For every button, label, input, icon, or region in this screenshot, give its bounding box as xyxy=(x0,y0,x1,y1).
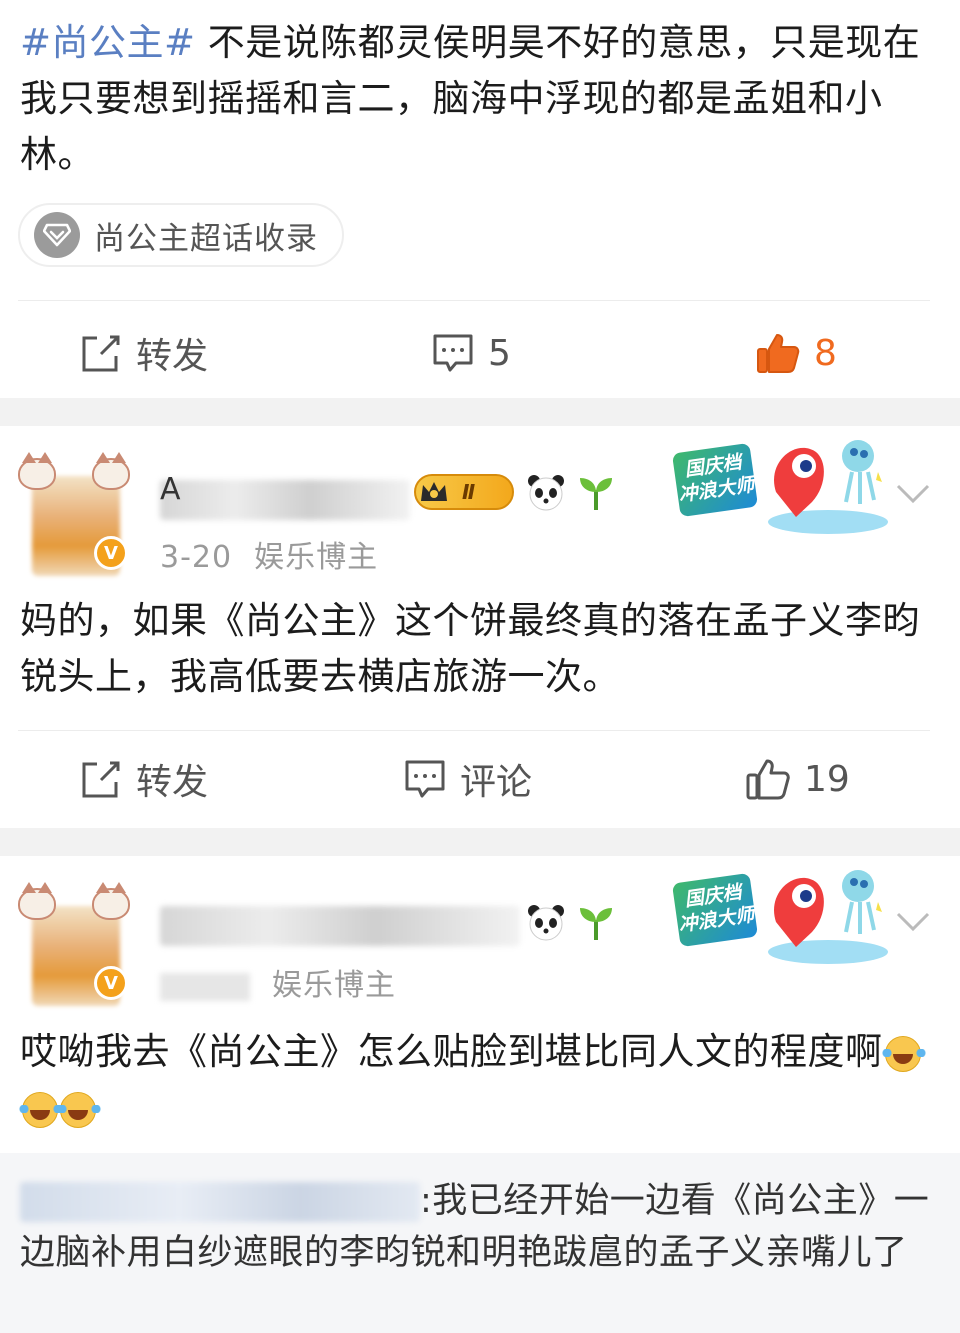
promo-label: 国庆档 冲浪大师 xyxy=(671,872,759,948)
like-count: 8 xyxy=(814,332,837,374)
section-gap xyxy=(0,828,960,856)
post-meta: 娱乐博主 xyxy=(160,960,396,1004)
quoted-post[interactable]: :我已经开始一边看《尚公主》一边脑补用白纱遮眼的李昀锐和明艳跋扈的孟子义亲嘴儿了 xyxy=(0,1153,960,1333)
comment-button[interactable]: 5 xyxy=(432,333,511,374)
repost-label: 转发 xyxy=(136,336,209,377)
sprout-icon xyxy=(576,902,616,942)
user-category: 娱乐博主 xyxy=(254,540,379,575)
like-count: 19 xyxy=(804,758,850,800)
post-2: V A Ⅱ 国庆档 冲浪大师 3-20 娱乐博主 妈的，如果《尚公主》这个饼最终真… xyxy=(0,426,960,828)
avatar[interactable]: V xyxy=(18,452,130,577)
post-body: 哎呦我去《尚公主》怎么贴脸到堪比同人文的程度啊 xyxy=(20,1030,883,1073)
quoted-username-blurred[interactable] xyxy=(20,1182,420,1222)
divider xyxy=(18,730,930,731)
comment-label: 评论 xyxy=(460,762,533,803)
comment-icon xyxy=(405,760,445,798)
quoted-post-text: :我已经开始一边看《尚公主》一边脑补用白纱遮眼的李昀锐和明艳跋扈的孟子义亲嘴儿了 xyxy=(20,1175,940,1279)
share-icon xyxy=(82,335,120,372)
cat-sticker-icon xyxy=(18,882,56,920)
thumbs-up-icon xyxy=(757,334,800,373)
cat-sticker-icon xyxy=(92,452,130,490)
promo-badge[interactable]: 国庆档 冲浪大师 xyxy=(671,862,890,968)
laugh-cry-emoji xyxy=(881,1035,926,1072)
thumbs-up-icon xyxy=(746,759,790,800)
comment-count: 5 xyxy=(488,332,511,374)
crown-icon xyxy=(416,474,452,510)
username-partial: A xyxy=(160,472,181,507)
share-icon xyxy=(82,761,120,798)
panda-icon xyxy=(526,472,566,512)
user-category: 娱乐博主 xyxy=(272,968,396,1003)
cat-sticker-icon xyxy=(18,452,56,490)
like-button[interactable]: 8 xyxy=(756,332,837,374)
membership-badge[interactable]: Ⅱ xyxy=(414,474,514,510)
section-gap xyxy=(0,398,960,426)
laugh-cry-emoji xyxy=(57,1091,101,1128)
laugh-cry-emoji xyxy=(19,1091,63,1128)
mascot-icon xyxy=(768,870,888,964)
panda-icon xyxy=(526,902,566,942)
level-label: Ⅱ xyxy=(462,480,476,504)
avatar[interactable]: V xyxy=(18,882,130,1007)
mascot-icon xyxy=(768,440,888,534)
repost-button[interactable]: 转发 xyxy=(80,753,208,805)
divider xyxy=(18,300,930,301)
verified-badge-icon: V xyxy=(94,536,128,570)
chevron-down-icon[interactable] xyxy=(896,912,930,932)
topic-chip[interactable]: 尚公主超话收录 xyxy=(18,203,344,267)
sprout-icon xyxy=(576,472,616,512)
post-date: 3-20 xyxy=(160,540,233,575)
promo-badge[interactable]: 国庆档 冲浪大师 xyxy=(671,432,890,538)
comment-icon xyxy=(433,334,473,372)
action-bar: 转发 评论 19 xyxy=(0,744,960,814)
username-blurred[interactable] xyxy=(160,480,410,520)
like-button[interactable]: 19 xyxy=(746,758,850,800)
repost-label: 转发 xyxy=(136,762,209,803)
post-1-text: #尚公主# 不是说陈都灵侯明昊不好的意思，只是现在我只要想到摇摇和言二，脑海中浮… xyxy=(0,0,960,183)
verified-badge-icon: V xyxy=(94,966,128,1000)
post-3-text: 哎呦我去《尚公主》怎么贴脸到堪比同人文的程度啊 xyxy=(0,1024,960,1136)
topic-diamond-icon xyxy=(34,212,80,258)
promo-label: 国庆档 冲浪大师 xyxy=(671,442,759,518)
comment-button[interactable]: 评论 xyxy=(404,753,532,805)
post-1: #尚公主# 不是说陈都灵侯明昊不好的意思，只是现在我只要想到摇摇和言二，脑海中浮… xyxy=(0,0,960,398)
topic-chip-label: 尚公主超话收录 xyxy=(94,220,318,257)
chevron-down-icon[interactable] xyxy=(896,484,930,504)
post-date-blurred xyxy=(160,972,250,1001)
username-blurred[interactable] xyxy=(160,906,520,946)
repost-button[interactable]: 转发 xyxy=(80,327,208,379)
post-3: V 国庆档 冲浪大师 娱乐博主 哎呦我去《尚公主》怎么贴脸到堪比同人文的程度啊 … xyxy=(0,856,960,1333)
hashtag-link[interactable]: #尚公主# xyxy=(20,21,196,64)
action-bar: 转发 5 8 xyxy=(0,318,960,388)
cat-sticker-icon xyxy=(92,882,130,920)
post-meta: 3-20 娱乐博主 xyxy=(160,532,378,576)
post-2-text: 妈的，如果《尚公主》这个饼最终真的落在孟子义李昀锐头上，我高低要去横店旅游一次。 xyxy=(20,599,920,698)
